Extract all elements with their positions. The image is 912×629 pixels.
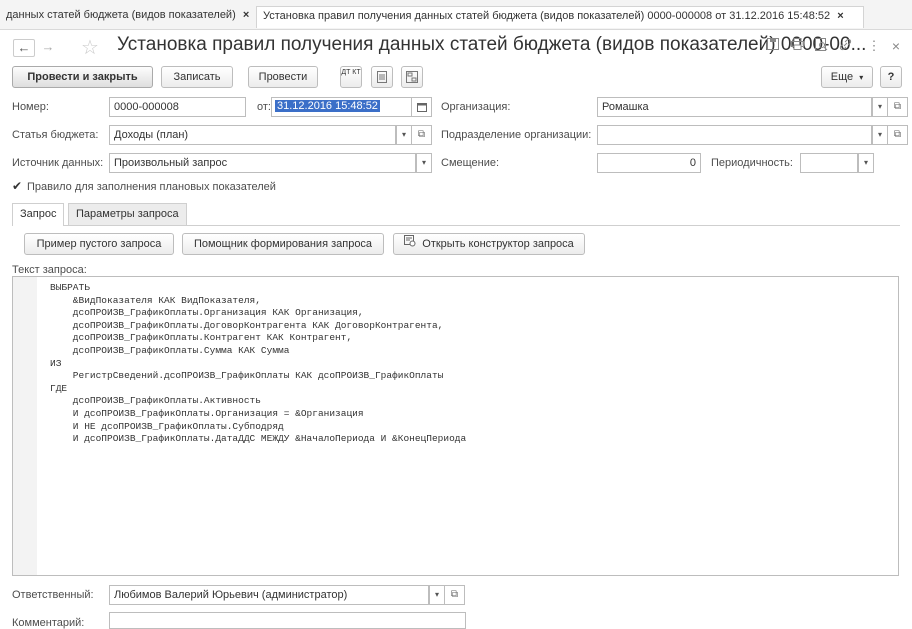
open-icon[interactable]: ⧉ (888, 97, 908, 117)
more-icon[interactable]: ⋮ (866, 38, 882, 54)
offset-label: Смещение: (441, 157, 500, 169)
open-icon[interactable]: ⧉ (412, 125, 432, 145)
organization-field[interactable]: Ромашка (597, 97, 872, 117)
organization-label: Организация: (441, 101, 511, 113)
comment-field[interactable] (109, 612, 466, 629)
tab-budget-items-list[interactable]: данных статей бюджета (видов показателей… (0, 6, 252, 28)
star-icon[interactable]: ☆ (81, 35, 99, 60)
link-icon[interactable] (837, 38, 853, 54)
dt-kt-label: ДТ КТ (341, 69, 361, 76)
empty-query-example-button[interactable]: Пример пустого запроса (24, 233, 174, 255)
rule-checkbox[interactable]: ✔ (12, 180, 24, 192)
chevron-down-icon[interactable]: ▾ (416, 153, 432, 173)
query-helper-button[interactable]: Помощник формирования запроса (182, 233, 384, 255)
print-icon[interactable] (789, 38, 805, 54)
editor-gutter (13, 277, 37, 575)
chevron-down-icon[interactable]: ▾ (396, 125, 412, 145)
periodicity-field[interactable] (800, 153, 858, 173)
open-icon[interactable]: ⧉ (445, 585, 465, 605)
chevron-down-icon[interactable]: ▾ (872, 125, 888, 145)
budget-item-label: Статья бюджета: (12, 129, 99, 141)
date-value: 31.12.2016 15:48:52 (275, 100, 380, 112)
query-constructor-label: Открыть конструктор запроса (422, 238, 574, 250)
chevron-down-icon[interactable]: ▾ (429, 585, 445, 605)
date-field[interactable]: 31.12.2016 15:48:52 (271, 97, 412, 117)
more-actions-button[interactable]: Еще ▾ (821, 66, 873, 88)
save-button[interactable]: Записать (161, 66, 233, 88)
data-source-label: Источник данных: (12, 157, 104, 169)
query-text-label: Текст запроса: (12, 264, 87, 276)
back-arrow-icon[interactable]: ← (13, 39, 35, 57)
close-icon[interactable]: × (243, 9, 249, 21)
close-icon[interactable]: × (837, 10, 843, 22)
offset-field[interactable]: 0 (597, 153, 701, 173)
query-text-content: ВЫБРАТЬ &ВидПоказателя КАК ВидПоказателя… (50, 282, 467, 445)
chevron-down-icon: ▾ (859, 73, 864, 82)
page-title: Установка правил получения данных статей… (117, 34, 867, 55)
number-field[interactable]: 0000-000008 (109, 97, 246, 117)
comment-label: Комментарий: (12, 617, 85, 629)
responsible-label: Ответственный: (12, 589, 94, 601)
chevron-down-icon[interactable]: ▾ (872, 97, 888, 117)
tab-query[interactable]: Запрос (12, 203, 65, 226)
tab-rule-document[interactable]: Установка правил получения данных статей… (256, 6, 864, 28)
chevron-down-icon[interactable]: ▾ (858, 153, 874, 173)
tab-label: Установка правил получения данных статей… (263, 10, 831, 22)
data-source-field[interactable]: Произвольный запрос (109, 153, 416, 173)
open-query-constructor-button[interactable]: Открыть конструктор запроса (393, 233, 585, 255)
rule-checkbox-label: Правило для заполнения плановых показате… (27, 181, 276, 193)
budget-item-field[interactable]: Доходы (план) (109, 125, 396, 145)
tab-label: данных статей бюджета (видов показателей… (6, 9, 236, 21)
post-and-close-button[interactable]: Провести и закрыть (12, 66, 153, 88)
periodicity-label: Периодичность: (711, 157, 793, 169)
tab-query-params[interactable]: Параметры запроса (68, 203, 187, 226)
date-label: от: (257, 101, 271, 113)
post-button[interactable]: Провести (248, 66, 318, 88)
department-label: Подразделение организации: (441, 129, 592, 141)
department-field[interactable] (597, 125, 872, 145)
structure-icon[interactable] (401, 66, 423, 88)
close-icon[interactable]: × (888, 38, 904, 54)
more-label: Еще (830, 71, 854, 83)
responsible-field[interactable]: Любимов Валерий Юрьевич (администратор) (109, 585, 429, 605)
number-label: Номер: (12, 101, 49, 113)
dt-kt-movements-icon[interactable]: ДТ КТ (340, 66, 362, 88)
calendar-icon[interactable] (412, 97, 432, 117)
save-icon[interactable] (765, 38, 781, 54)
report-icon[interactable] (371, 66, 393, 88)
forward-arrow-icon[interactable]: → (37, 39, 59, 57)
help-button[interactable]: ? (880, 66, 902, 88)
query-constructor-icon (404, 234, 416, 254)
preview-icon[interactable] (813, 38, 829, 54)
open-icon[interactable]: ⧉ (888, 125, 908, 145)
